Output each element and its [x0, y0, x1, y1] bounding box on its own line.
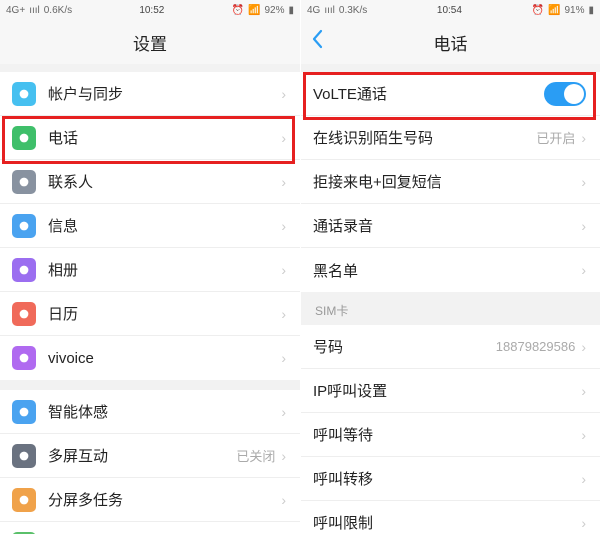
- chevron-right-icon: ›: [581, 515, 586, 531]
- chevron-right-icon: ›: [281, 448, 286, 464]
- alarm-icon: ⏰: [232, 5, 244, 16]
- row-label: 拒接来电+回复短信: [313, 171, 581, 192]
- network-type: 4G: [307, 5, 320, 16]
- row-label: 信息: [48, 215, 281, 236]
- status-bar: 4G+ ıııl 0.6K/s 10:52 ⏰ 📶 92% ▮: [0, 0, 300, 20]
- settings-row-contacts[interactable]: 联系人›: [0, 160, 300, 204]
- chevron-right-icon: ›: [581, 427, 586, 443]
- section-sim: SIM卡: [301, 292, 600, 325]
- page-title: 电话: [434, 30, 468, 55]
- row-label: 通话录音: [313, 215, 581, 236]
- chevron-right-icon: ›: [581, 174, 586, 190]
- chevron-right-icon: ›: [281, 492, 286, 508]
- row-label: 在线识别陌生号码: [313, 127, 536, 148]
- chevron-right-icon: ›: [281, 404, 286, 420]
- chevron-right-icon: ›: [281, 174, 286, 190]
- row-label: 日历: [48, 303, 281, 324]
- phone-row[interactable]: IP呼叫设置›: [301, 369, 600, 413]
- split-icon: [12, 488, 36, 512]
- battery-pct: 92%: [264, 5, 284, 16]
- chevron-right-icon: ›: [581, 262, 586, 278]
- row-label: IP呼叫设置: [313, 380, 581, 401]
- chevron-right-icon: ›: [281, 350, 286, 366]
- nav-bar: 电话: [301, 20, 600, 64]
- settings-row-calendar[interactable]: 日历›: [0, 292, 300, 336]
- row-label: 联系人: [48, 171, 281, 192]
- settings-row-split[interactable]: 分屏多任务›: [0, 478, 300, 522]
- phone-row[interactable]: 呼叫转移›: [301, 457, 600, 501]
- row-label: VoLTE通话: [313, 83, 544, 104]
- nav-bar: 设置: [0, 20, 300, 64]
- row-label: 号码: [313, 336, 496, 357]
- row-label: vivoice: [48, 350, 281, 367]
- chevron-right-icon: ›: [581, 471, 586, 487]
- chevron-right-icon: ›: [581, 383, 586, 399]
- clock: 10:54: [437, 5, 462, 16]
- contacts-icon: [12, 170, 36, 194]
- phone-row[interactable]: 在线识别陌生号码已开启 ›: [301, 116, 600, 160]
- phone-settings-pane: 4G ıııl 0.3K/s 10:54 ⏰ 📶 91% ▮ 电话 VoLTE通…: [300, 0, 600, 534]
- phone-row[interactable]: 通话录音›: [301, 204, 600, 248]
- battery-icon: ▮: [288, 5, 294, 16]
- settings-row-multiscreen[interactable]: 多屏互动已关闭 ›: [0, 434, 300, 478]
- network-type: 4G+: [6, 5, 25, 16]
- settings-row-phone[interactable]: 电话›: [0, 116, 300, 160]
- settings-row-voice[interactable]: vivoice›: [0, 336, 300, 380]
- message-icon: [12, 214, 36, 238]
- chevron-right-icon: ›: [281, 306, 286, 322]
- phone-icon: [12, 126, 36, 150]
- chevron-right-icon: ›: [581, 339, 586, 355]
- row-label: 呼叫限制: [313, 512, 581, 533]
- chevron-right-icon: ›: [281, 218, 286, 234]
- cloud-icon: [12, 82, 36, 106]
- row-label: 多屏互动: [48, 445, 236, 466]
- row-label: 黑名单: [313, 260, 581, 281]
- row-label: 电话: [48, 127, 281, 148]
- row-value: 已开启: [536, 128, 575, 147]
- phone-row[interactable]: 黑名单›: [301, 248, 600, 292]
- chevron-right-icon: ›: [281, 86, 286, 102]
- chevron-right-icon: ›: [281, 262, 286, 278]
- chevron-right-icon: ›: [581, 130, 586, 146]
- multiscreen-icon: [12, 444, 36, 468]
- battery-pct: 91%: [564, 5, 584, 16]
- signal-icon: ıııl: [324, 5, 335, 16]
- sense-icon: [12, 400, 36, 424]
- chevron-right-icon: ›: [581, 218, 586, 234]
- row-label: 呼叫等待: [313, 424, 581, 445]
- calendar-icon: [12, 302, 36, 326]
- status-bar: 4G ıııl 0.3K/s 10:54 ⏰ 📶 91% ▮: [301, 0, 600, 20]
- settings-row-album[interactable]: 相册›: [0, 248, 300, 292]
- album-icon: [12, 258, 36, 282]
- row-label: 呼叫转移: [313, 468, 581, 489]
- row-value: 18879829586: [496, 339, 576, 354]
- settings-row-sense[interactable]: 智能体感›: [0, 390, 300, 434]
- settings-row-onehand[interactable]: 单手操作›: [0, 522, 300, 534]
- row-label: 相册: [48, 259, 281, 280]
- row-label: 帐户与同步: [48, 83, 281, 104]
- row-label: 分屏多任务: [48, 489, 281, 510]
- net-speed: 0.3K/s: [339, 5, 367, 16]
- battery-icon: ▮: [588, 5, 594, 16]
- volte-toggle[interactable]: [544, 82, 586, 106]
- phone-row[interactable]: 呼叫等待›: [301, 413, 600, 457]
- page-title: 设置: [133, 30, 167, 55]
- phone-row[interactable]: 呼叫限制›: [301, 501, 600, 534]
- row-value: 已关闭: [236, 446, 275, 465]
- clock: 10:52: [139, 5, 164, 16]
- chevron-right-icon: ›: [281, 130, 286, 146]
- row-label: 智能体感: [48, 401, 281, 422]
- signal-icon: ıııl: [29, 5, 40, 16]
- phone-row[interactable]: VoLTE通话: [301, 72, 600, 116]
- settings-row-cloud[interactable]: 帐户与同步›: [0, 72, 300, 116]
- phone-row[interactable]: 号码18879829586 ›: [301, 325, 600, 369]
- alarm-icon: ⏰: [532, 5, 544, 16]
- settings-row-message[interactable]: 信息›: [0, 204, 300, 248]
- voice-icon: [12, 346, 36, 370]
- phone-row[interactable]: 拒接来电+回复短信›: [301, 160, 600, 204]
- back-button[interactable]: [311, 29, 323, 55]
- net-speed: 0.6K/s: [44, 5, 72, 16]
- settings-pane: 4G+ ıııl 0.6K/s 10:52 ⏰ 📶 92% ▮ 设置 帐户与同步…: [0, 0, 300, 534]
